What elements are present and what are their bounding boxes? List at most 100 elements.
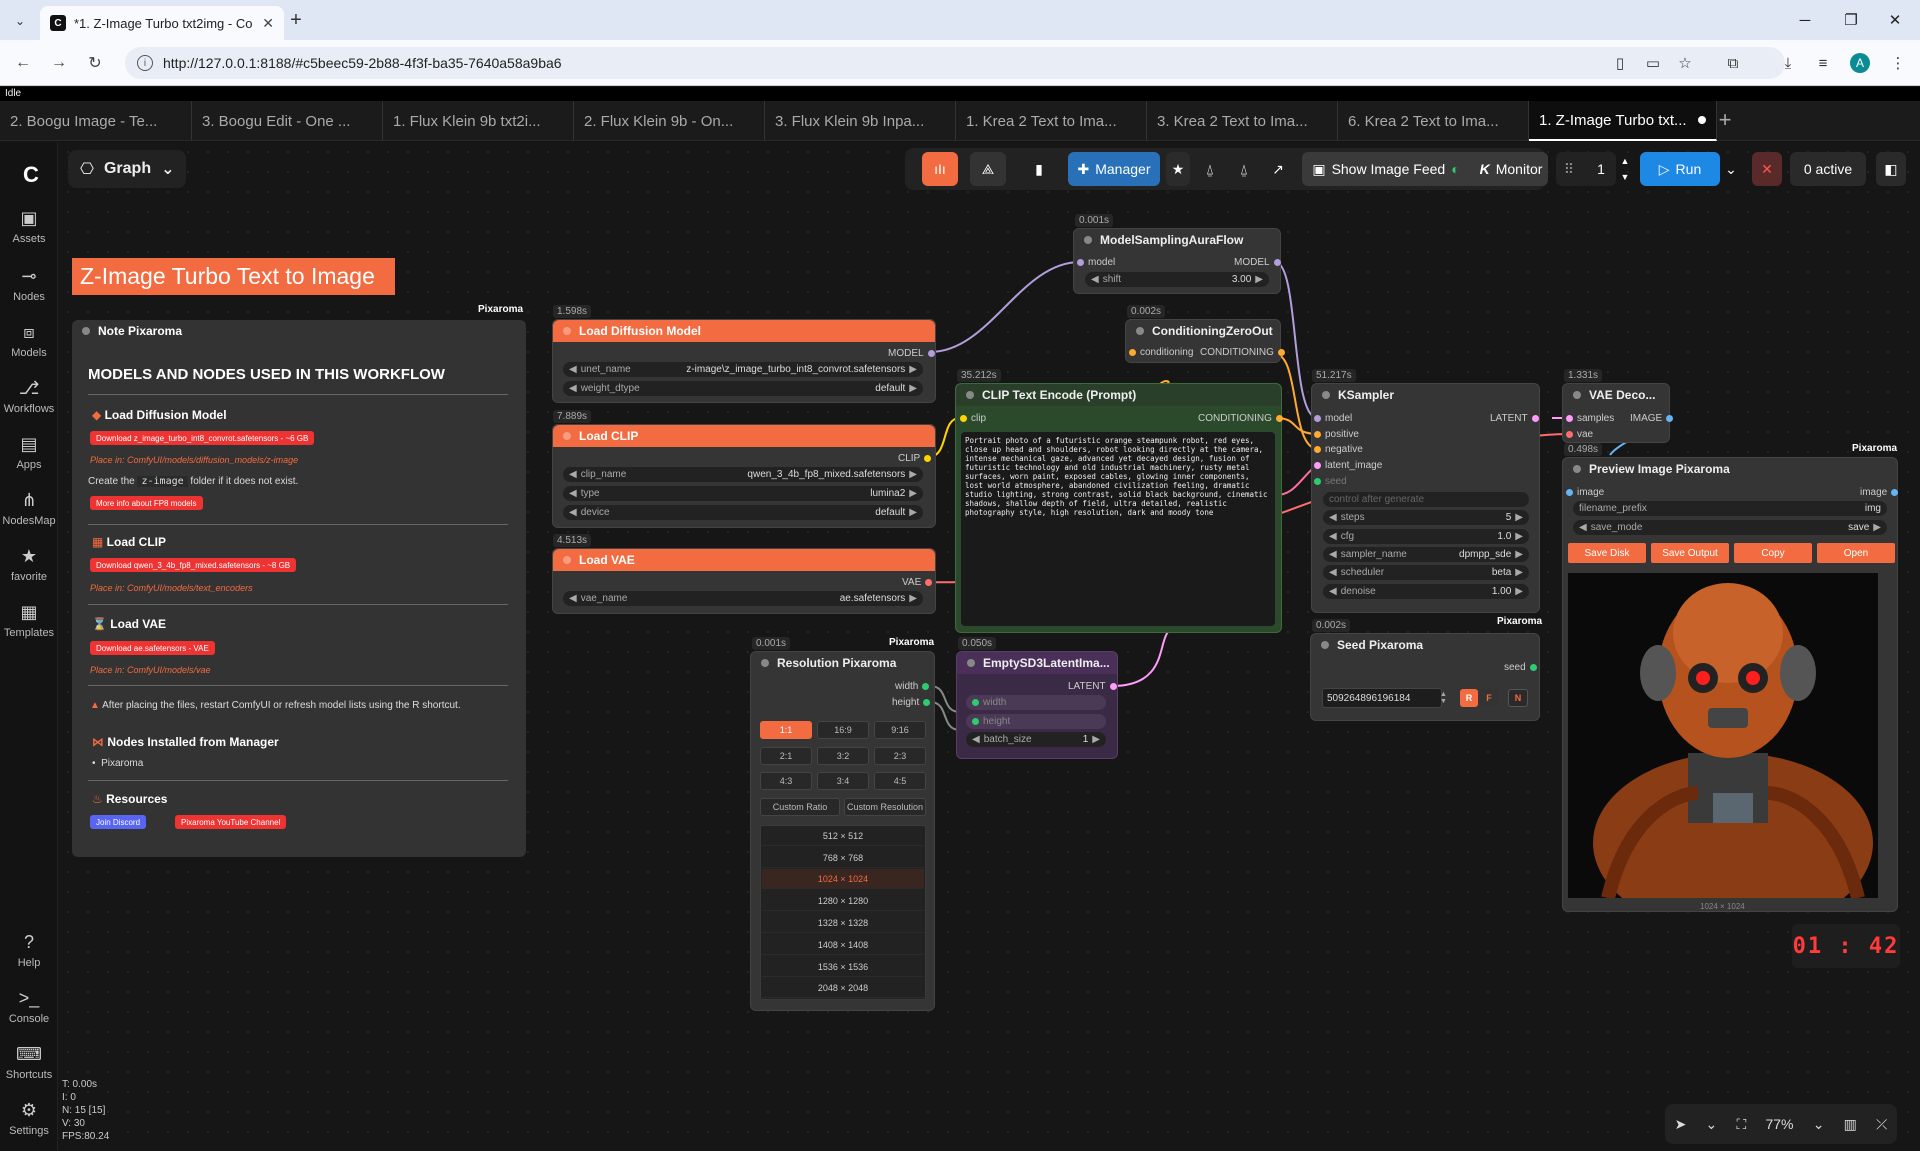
filename-prefix-widget[interactable]: filename_prefix img xyxy=(1573,501,1887,516)
download-diffusion-button[interactable]: Download z_image_turbo_int8_convrot.safe… xyxy=(90,431,315,445)
output-vae[interactable]: VAE xyxy=(902,577,933,588)
latent-height-widget[interactable]: height xyxy=(966,714,1106,729)
download-vae-button[interactable]: Download ae.safetensors - VAE xyxy=(90,641,215,655)
slot-dot-icon xyxy=(922,683,930,690)
node-title: ModelSamplingAuraFlow xyxy=(1100,233,1244,247)
slot-label: positive xyxy=(1325,429,1359,440)
steps-widget[interactable]: ◀ steps 5 ▶ xyxy=(1323,510,1529,525)
input-seed[interactable]: seed xyxy=(1314,476,1347,487)
resolution-option[interactable]: 1536 × 1536 xyxy=(762,957,924,977)
note-s2-title: Load CLIP xyxy=(106,535,167,549)
join-discord-button[interactable]: Join Discord xyxy=(90,815,147,829)
output-latent[interactable]: LATENT xyxy=(1068,681,1117,692)
resolution-option[interactable]: 1408 × 1408 xyxy=(762,935,924,955)
ratio-button[interactable]: 9:16 xyxy=(874,721,926,739)
ratio-button[interactable]: 3:2 xyxy=(817,747,869,765)
ratio-button[interactable]: 4:5 xyxy=(874,772,926,790)
resolution-option[interactable]: 512 × 512 xyxy=(762,826,924,846)
output-conditioning[interactable]: CONDITIONING xyxy=(1198,413,1283,424)
clip-type-widget[interactable]: ◀ type lumina2 ▶ xyxy=(563,486,923,501)
output-seed[interactable]: seed xyxy=(1504,662,1537,673)
node-title: Resolution Pixaroma xyxy=(777,656,897,670)
node-timing: 51.217s xyxy=(1312,369,1356,382)
custom-resolution-button[interactable]: Custom Resolution xyxy=(844,798,926,816)
more-info-fp8-button[interactable]: More info about FP8 models xyxy=(90,496,203,510)
input-negative[interactable]: negative xyxy=(1314,444,1363,455)
clip-name-widget[interactable]: ◀ clip_name qwen_3_4b_fp8_mixed.safetensor… xyxy=(563,467,923,482)
custom-ratio-button[interactable]: Custom Ratio xyxy=(760,798,840,816)
node-dot-icon xyxy=(563,556,571,564)
chevron-down-icon[interactable]: ⌄ xyxy=(1813,1116,1825,1133)
youtube-channel-button[interactable]: Pixaroma YouTube Channel xyxy=(175,815,287,829)
arrow-right-icon: ▶ xyxy=(909,364,917,375)
unet-name-widget[interactable]: ◀ unet_name z-image\z_image_turbo_int8_con… xyxy=(563,362,923,377)
input-image[interactable]: image xyxy=(1566,487,1604,498)
ratio-button-active[interactable]: 1:1 xyxy=(760,721,812,739)
pointer-icon[interactable]: ➤ xyxy=(1675,1116,1687,1133)
input-model[interactable]: model xyxy=(1314,413,1352,424)
seed-new-button[interactable]: N xyxy=(1508,689,1528,707)
output-model[interactable]: MODEL xyxy=(888,348,935,359)
save-output-button[interactable]: Save Output xyxy=(1651,543,1729,563)
input-positive[interactable]: positive xyxy=(1314,429,1359,440)
input-latent-image[interactable]: latent_image xyxy=(1314,460,1382,471)
arrow-left-icon: ◀ xyxy=(569,364,577,375)
input-conditioning[interactable]: conditioning xyxy=(1129,347,1193,358)
sampler-name-widget[interactable]: ◀ sampler_name dpmpp_sde ▶ xyxy=(1323,547,1529,562)
zoom-level[interactable]: 77% xyxy=(1765,1116,1793,1132)
save-disk-button[interactable]: Save Disk xyxy=(1568,543,1646,563)
control-after-generate-widget[interactable]: control after generate xyxy=(1323,492,1529,507)
seed-fixed-button[interactable]: F xyxy=(1480,689,1498,707)
widget-label: device xyxy=(580,507,610,518)
seed-value-input[interactable]: 509264896196184 xyxy=(1322,688,1442,708)
prompt-textarea[interactable]: Portrait photo of a futuristic orange st… xyxy=(961,432,1275,626)
download-clip-button[interactable]: Download qwen_3_4b_fp8_mixed.safetensors… xyxy=(90,558,297,572)
save-mode-widget[interactable]: ◀ save_mode save ▶ xyxy=(1573,520,1887,535)
divider xyxy=(88,780,508,781)
output-height[interactable]: height xyxy=(892,697,931,708)
minimap-icon[interactable]: ▥ xyxy=(1844,1116,1857,1133)
hide-links-icon[interactable]: ⤫ xyxy=(1876,1116,1887,1133)
widget-label: width xyxy=(983,697,1007,708)
vae-name-widget[interactable]: ◀ vae_name ae.safetensors ▶ xyxy=(563,591,923,606)
open-button[interactable]: Open xyxy=(1817,543,1895,563)
resolution-option[interactable]: 2048 × 2048 xyxy=(762,978,924,998)
shift-widget[interactable]: ◀ shift 3.00 ▶ xyxy=(1085,272,1269,287)
ratio-button[interactable]: 2:1 xyxy=(760,747,812,765)
copy-button[interactable]: Copy xyxy=(1734,543,1812,563)
resolution-option-selected[interactable]: 1024 × 1024 xyxy=(762,869,924,889)
input-model[interactable]: model xyxy=(1077,257,1115,268)
output-image[interactable]: image xyxy=(1860,487,1899,498)
output-image[interactable]: IMAGE xyxy=(1630,413,1674,424)
input-samples[interactable]: samples xyxy=(1566,413,1614,424)
output-latent[interactable]: LATENT xyxy=(1490,413,1539,424)
ratio-button[interactable]: 4:3 xyxy=(760,772,812,790)
weight-dtype-widget[interactable]: ◀ weight_dtype default ▶ xyxy=(563,381,923,396)
denoise-widget[interactable]: ◀ denoise 1.00 ▶ xyxy=(1323,584,1529,599)
widget-value: 1.0 xyxy=(1497,531,1512,542)
slot-label: LATENT xyxy=(1068,681,1106,692)
ratio-button[interactable]: 16:9 xyxy=(817,721,869,739)
seed-stepper-icon[interactable]: ▲ ▼ xyxy=(1440,688,1450,708)
latent-width-widget[interactable]: width xyxy=(966,695,1106,710)
output-conditioning[interactable]: CONDITIONING xyxy=(1200,347,1285,358)
seed-random-button[interactable]: R xyxy=(1460,689,1478,707)
resolution-option[interactable]: 1328 × 1328 xyxy=(762,913,924,933)
ratio-button[interactable]: 2:3 xyxy=(874,747,926,765)
resolution-option[interactable]: 1280 × 1280 xyxy=(762,891,924,911)
cfg-widget[interactable]: ◀ cfg 1.0 ▶ xyxy=(1323,529,1529,544)
output-width[interactable]: width xyxy=(895,681,930,692)
output-clip[interactable]: CLIP xyxy=(898,453,932,464)
resolution-option[interactable]: 768 × 768 xyxy=(762,848,924,868)
scheduler-widget[interactable]: ◀ scheduler beta ▶ xyxy=(1323,565,1529,580)
slot-label: vae xyxy=(1577,429,1594,440)
input-clip[interactable]: clip xyxy=(960,413,986,424)
fit-view-icon[interactable]: ⛶ xyxy=(1736,1116,1746,1133)
batch-size-widget[interactable]: ◀ batch_size 1 ▶ xyxy=(966,732,1106,747)
output-model[interactable]: MODEL xyxy=(1234,257,1281,268)
input-vae[interactable]: vae xyxy=(1566,429,1593,440)
chevron-down-icon[interactable]: ⌄ xyxy=(1706,1116,1718,1133)
clip-device-widget[interactable]: ◀ device default ▶ xyxy=(563,505,923,520)
slot-label: latent_image xyxy=(1325,460,1383,471)
ratio-button[interactable]: 3:4 xyxy=(817,772,869,790)
